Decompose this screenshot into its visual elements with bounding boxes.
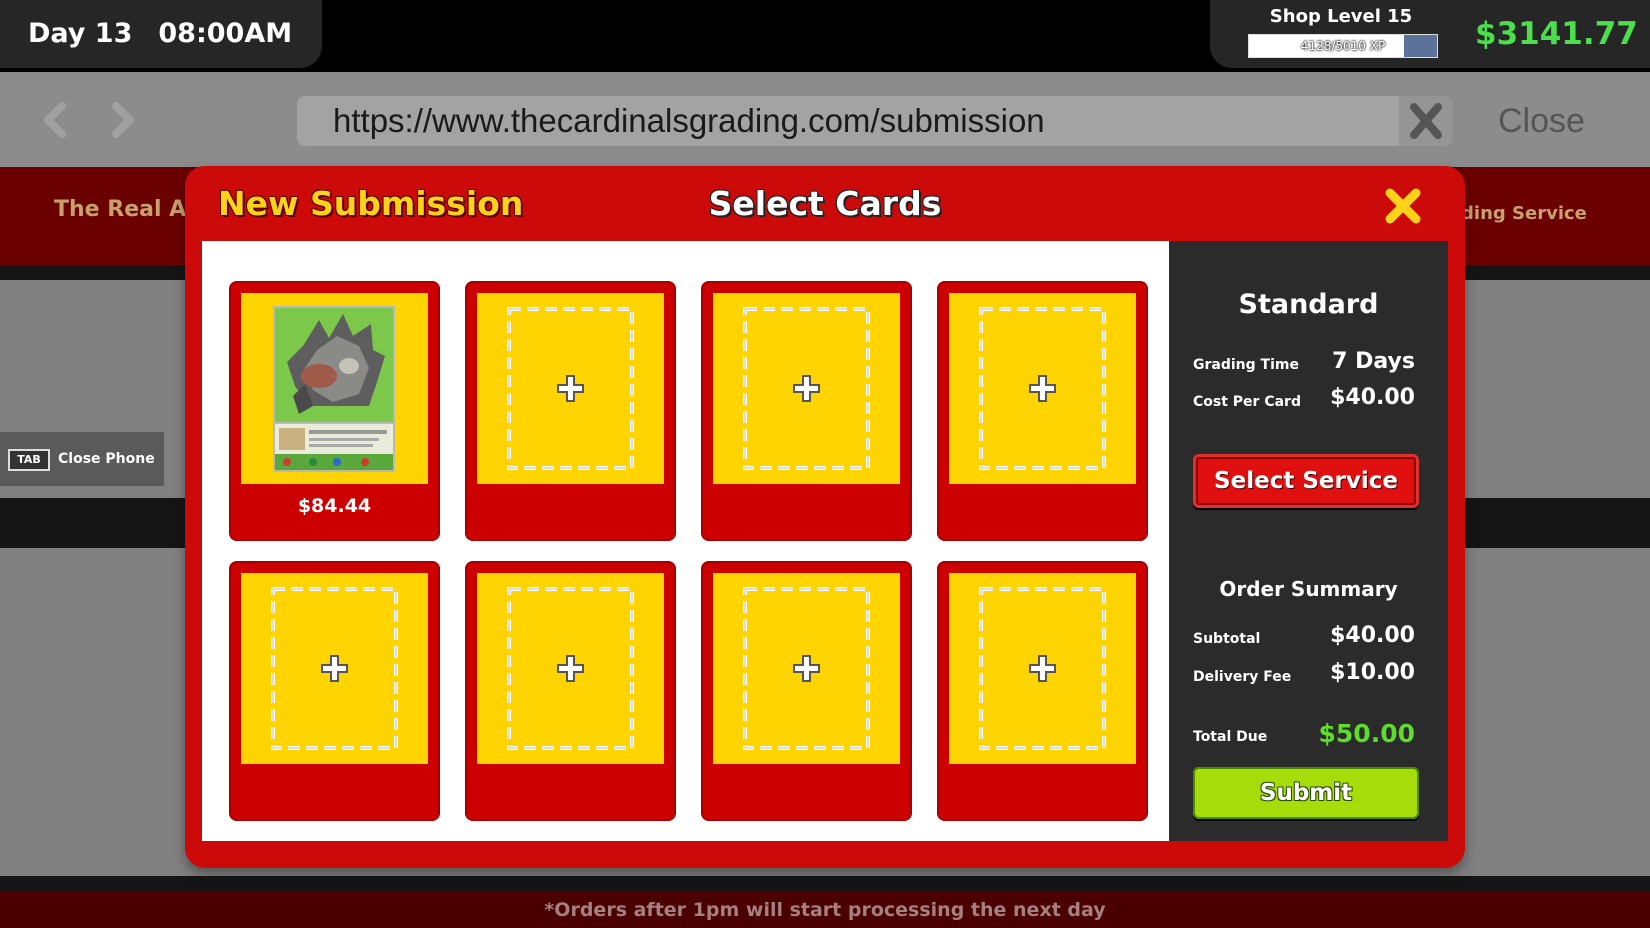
close-icon[interactable] — [1381, 184, 1425, 228]
card-slot-empty[interactable] — [465, 561, 676, 821]
card-price: $84.44 — [297, 495, 372, 517]
grading-time-value: 7 Days — [1332, 349, 1415, 374]
grading-time-label: Grading Time — [1193, 357, 1299, 373]
card-slot-filled[interactable]: $84.44 — [229, 281, 440, 541]
card-slot-background — [241, 573, 428, 764]
day-label: Day 13 — [28, 18, 133, 49]
card-slot-background — [477, 293, 664, 484]
card-slot-background — [241, 293, 428, 484]
delivery-fee-label: Delivery Fee — [1193, 669, 1292, 685]
card-slots-panel: $84.44 — [202, 241, 1169, 841]
site-name-left: The Real Au — [54, 197, 202, 222]
browser-toolbar: https://www.thecardinalsgrading.com/subm… — [0, 72, 1650, 167]
modal-title: New Submission — [218, 184, 524, 223]
order-summary-title: Order Summary — [1219, 577, 1398, 601]
submission-modal: New Submission Select Cards $84.44 Stand… — [185, 166, 1465, 868]
card-image — [273, 306, 395, 472]
card-slot-empty[interactable] — [701, 281, 912, 541]
add-card-icon — [507, 587, 634, 750]
tab-key-icon: TAB — [8, 449, 50, 471]
shop-level-label: Shop Level 15 — [1269, 6, 1413, 27]
add-card-icon — [979, 587, 1106, 750]
url-text: https://www.thecardinalsgrading.com/subm… — [333, 102, 1045, 139]
card-slot-empty[interactable] — [465, 281, 676, 541]
service-tier-name: Standard — [1238, 289, 1379, 320]
card-slot-background — [477, 573, 664, 764]
add-card-icon — [743, 587, 870, 750]
card-slot-background — [949, 573, 1136, 764]
add-card-icon — [507, 307, 634, 470]
cost-per-card-value: $40.00 — [1330, 385, 1415, 410]
select-service-button[interactable]: Select Service — [1193, 454, 1419, 508]
divider — [0, 876, 1650, 892]
add-card-icon — [979, 307, 1106, 470]
close-phone-hint[interactable]: TAB Close Phone — [0, 432, 164, 486]
add-card-icon — [743, 307, 870, 470]
url-bar[interactable]: https://www.thecardinalsgrading.com/subm… — [297, 96, 1453, 146]
total-due-label: Total Due — [1193, 729, 1268, 745]
xp-progress-bar: 4128/5010 XP — [1248, 34, 1438, 58]
cost-per-card-label: Cost Per Card — [1193, 394, 1301, 410]
card-slot-empty[interactable] — [937, 561, 1148, 821]
x-icon — [1410, 103, 1442, 139]
card-slot-background — [949, 293, 1136, 484]
chevron-left-icon[interactable] — [36, 98, 76, 142]
card-slot-background — [713, 293, 900, 484]
card-slot-empty[interactable] — [937, 281, 1148, 541]
chevron-right-icon[interactable] — [102, 98, 142, 142]
footer-note: *Orders after 1pm will start processing … — [0, 892, 1650, 928]
add-card-icon — [271, 587, 398, 750]
shop-status-panel: Shop Level 15 4128/5010 XP $3141.77 — [1210, 0, 1650, 68]
money-balance: $3141.77 — [1475, 16, 1638, 52]
submit-button[interactable]: Submit — [1193, 767, 1419, 819]
card-slot-empty[interactable] — [701, 561, 912, 821]
total-due-value: $50.00 — [1318, 719, 1415, 748]
service-summary-panel: Standard Grading Time 7 Days Cost Per Ca… — [1169, 241, 1448, 841]
subtotal-label: Subtotal — [1193, 631, 1261, 647]
clear-url-button[interactable] — [1399, 96, 1453, 146]
xp-progress-text: 4128/5010 XP — [1300, 39, 1386, 53]
clock-label: 08:00AM — [158, 18, 293, 49]
browser-close-button[interactable]: Close — [1498, 96, 1585, 146]
delivery-fee-value: $10.00 — [1330, 660, 1415, 685]
card-slot-background — [713, 573, 900, 764]
card-slot-empty[interactable] — [229, 561, 440, 821]
close-phone-label: Close Phone — [58, 451, 155, 467]
top-hud: Day 13 08:00AM Shop Level 15 4128/5010 XP… — [0, 0, 1650, 72]
day-time-panel: Day 13 08:00AM — [0, 0, 322, 68]
subtotal-value: $40.00 — [1330, 623, 1415, 648]
